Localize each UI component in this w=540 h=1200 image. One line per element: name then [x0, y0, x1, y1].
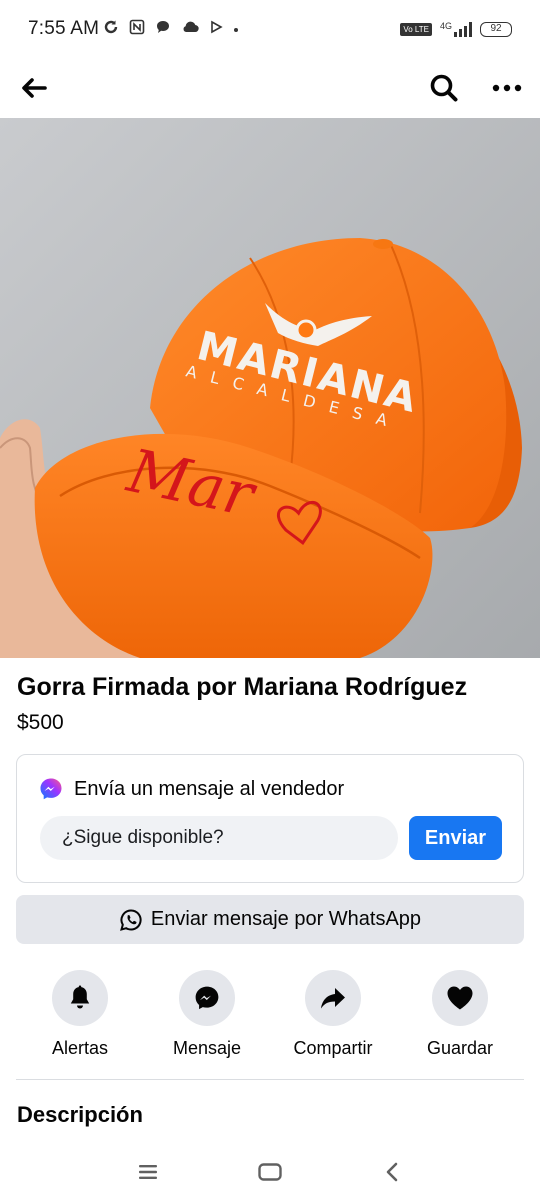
signal-icon: 4G	[440, 21, 472, 37]
volte-badge: Vo LTE	[400, 22, 432, 36]
chevron-left-icon	[386, 1162, 398, 1182]
notification-icons	[103, 19, 239, 40]
share-action-circle[interactable]	[305, 970, 361, 1026]
alerts-action-label: Alertas	[51, 1038, 109, 1058]
message-action-label: Mensaje	[172, 1038, 242, 1058]
home-square-icon	[258, 1163, 282, 1181]
sync-icon	[103, 19, 119, 40]
whatsapp-button-label: Enviar mensaje por WhatsApp	[150, 908, 422, 930]
description-heading: Descripción	[17, 1102, 143, 1127]
chat-bubble-icon	[155, 19, 171, 40]
send-message-button[interactable]: Enviar	[409, 816, 502, 860]
product-photo[interactable]: MARIANA ALCALDESA Mar	[0, 118, 540, 658]
recent-apps-button[interactable]	[128, 1152, 168, 1192]
message-action[interactable]: Mensaje	[149, 970, 265, 1059]
cloud-icon	[181, 20, 199, 39]
top-navigation	[0, 58, 540, 118]
more-notifications-dot-icon	[233, 20, 239, 38]
search-icon	[430, 74, 458, 102]
messenger-icon	[195, 986, 219, 1010]
section-divider	[16, 1079, 524, 1080]
nfc-icon	[129, 19, 145, 40]
heart-icon	[447, 986, 473, 1010]
message-card-title: Envía un mensaje al vendedor	[74, 777, 345, 800]
message-input[interactable]	[40, 816, 398, 860]
whatsapp-icon	[119, 908, 142, 931]
action-row: Alertas Mensaje Compartir Guardar	[0, 970, 540, 1070]
save-action-label: Guardar	[426, 1038, 494, 1058]
listing-title: Gorra Firmada por Mariana Rodríguez	[17, 673, 468, 701]
listing-price: $500	[17, 711, 64, 734]
message-card-header: Envía un mensaje al vendedor	[39, 777, 344, 801]
menu-lines-icon	[139, 1165, 157, 1179]
system-back-button[interactable]	[372, 1152, 412, 1192]
more-horizontal-icon	[492, 84, 522, 92]
more-options-button[interactable]	[483, 64, 531, 112]
share-action-label: Compartir	[293, 1038, 373, 1058]
home-button[interactable]	[250, 1152, 290, 1192]
status-bar: 7:55 AM Vo LTE 4G 92	[0, 0, 540, 58]
message-seller-card: Envía un mensaje al vendedor Enviar	[16, 754, 524, 883]
alerts-action[interactable]: Alertas	[22, 970, 138, 1059]
share-action[interactable]: Compartir	[275, 970, 391, 1059]
whatsapp-message-button[interactable]: Enviar mensaje por WhatsApp	[16, 895, 524, 944]
cap-illustration: MARIANA ALCALDESA Mar	[0, 118, 540, 658]
messenger-icon	[40, 778, 62, 800]
system-navigation-bar	[0, 1140, 540, 1200]
search-button[interactable]	[420, 64, 468, 112]
share-icon	[321, 988, 345, 1009]
battery-icon: 92	[480, 21, 512, 37]
arrow-left-icon	[22, 78, 47, 98]
back-button[interactable]	[10, 64, 58, 112]
alerts-action-circle[interactable]	[52, 970, 108, 1026]
save-action-circle[interactable]	[432, 970, 488, 1026]
status-time: 7:55 AM	[28, 18, 100, 39]
message-action-circle[interactable]	[179, 970, 235, 1026]
network-type: 4G	[439, 21, 452, 31]
save-action[interactable]: Guardar	[402, 970, 518, 1059]
system-indicators: Vo LTE 4G 92	[400, 21, 512, 37]
bell-icon	[70, 985, 90, 1009]
play-store-icon	[209, 20, 223, 39]
